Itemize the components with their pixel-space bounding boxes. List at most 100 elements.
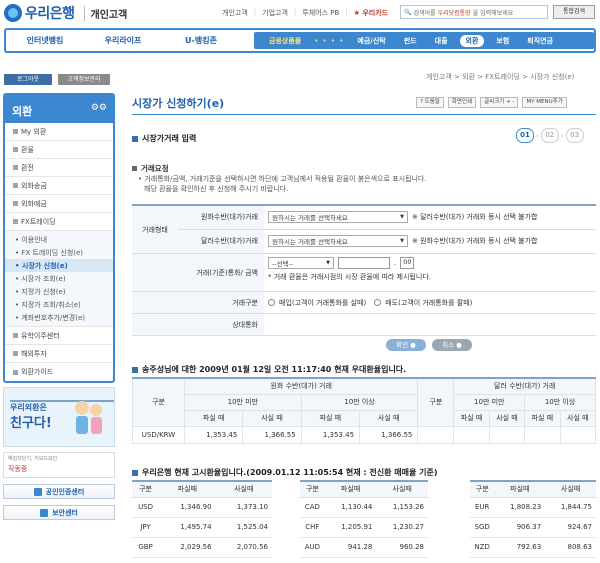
sidebar-item-forex-guide[interactable]: 외환가이드 [5,363,113,381]
usd-trade-label: 달러수반(대가)거래 [178,229,264,253]
step-2: 02 [540,128,559,143]
step-indicator: 01 › 02 › 03 [516,128,584,143]
brand-section[interactable]: 개인고객 [83,5,127,21]
nav-loan[interactable]: 대출 [426,36,457,46]
preferential-rate-table: 구분 원화 수반(대가) 거래 구분 달러 수반(대가) 거래 10만 미만 1… [132,377,597,444]
top-header: 우리은행 개인고객 개인고객 | 기업고객 | 투체어스 PB | ★ 우리카드 🔍 … [0,0,600,27]
sidebar-item-rates[interactable]: 환율 [5,141,113,159]
krw-trade-select[interactable]: 원하시는 거래를 선택하세요 ▼ [268,211,408,224]
search-input[interactable]: 🔍 검색어를 우리닷컴통장 을 입력해보세요 [400,5,548,19]
sidebar-item-remittance[interactable]: 외화송금 [5,177,113,195]
promo-banner[interactable]: 우리외환은 친구다! [3,387,115,447]
nav-woori-life[interactable]: 우리라이프 [84,35,162,46]
cert-center-link[interactable]: 공인인증센터 [3,484,115,499]
lock-icon [40,508,49,517]
nav-fund[interactable]: 펀드 [395,36,426,46]
section-bullet-icon [132,366,138,373]
security-status-label: 작동중 [8,465,28,473]
toplink-card[interactable]: ★ 우리카드 [354,8,388,18]
sidebar-menu-box: 외환 ⚙⚙ My 외환 환율 환전 외화송금 외화예금 FX트레이딩 • 이용안… [3,93,115,383]
notice-rate-table-3: 구분 파실때 사실때 EUR 1,808.23 1,844.75 SGD 906.37 92… [470,480,596,558]
cancel-button[interactable]: 취소 ● [432,339,472,351]
table-row: AUD 941.28 960.28 [300,537,428,558]
print-button[interactable]: 화면인쇄 [447,97,477,108]
confirm-button[interactable]: 확인 ● [386,339,426,351]
sidebar-item-my-forex[interactable]: My 외환 [5,123,113,141]
submenu-limit-apply[interactable]: • 지정가 신청(e) [5,285,113,298]
submenu-account-change[interactable]: • 계좌번호추가/변경(e) [5,311,113,324]
help-button[interactable]: ? 도움말 [416,97,444,108]
sidebar-item-fx-deposit[interactable]: 외화예금 [5,195,113,213]
counter-currency-value [264,314,596,335]
form-actions: 확인 ● 취소 ● [386,339,472,351]
table-row: USD/KRW 1,353.45 1,366.55 1,353.45 1,366… [132,425,597,444]
submenu-market-inquiry[interactable]: • 시장가 조회(e) [5,272,113,285]
submenu-limit-inquiry[interactable]: • 지정가 조회/취소(e) [5,298,113,311]
counter-currency-label: 상대통화 [132,314,264,335]
trade-type-label: 거래형태 [132,206,178,253]
col-gubun-2: 구분 [417,377,455,427]
security-center-link[interactable]: 보안센터 [3,505,115,520]
sidebar-submenu: • 이용안내 • FX 트레이딩 신청(e) • 시장가 신청(e) • 시장가… [5,231,113,327]
chevron-down-icon: ▼ [400,238,404,245]
top-links: 개인고객 | 기업고객 | 투체어스 PB | ★ 우리카드 [222,8,389,18]
banner-line2: 친구다! [10,416,52,431]
toplink-personal[interactable]: 개인고객 [222,8,248,18]
customer-info-button[interactable]: 고객정보관리 [58,74,110,85]
amount-input[interactable] [338,257,390,269]
nav-u-banking[interactable]: U-뱅킹존 [162,35,240,46]
section-bullet-icon [132,135,138,142]
order-form: 거래형태 원화수반(대가)거래 원하시는 거래를 선택하세요 ▼ ※ 달러수반(대… [132,204,596,336]
toplink-pb[interactable]: 투체어스 PB [302,8,339,18]
section-market-order: 시장가거래 입력 [132,133,196,144]
submenu-market-apply[interactable]: • 시장가 신청(e) [5,259,113,272]
sidebar-item-exchange[interactable]: 환전 [5,159,113,177]
toplink-corporate[interactable]: 기업고객 [262,8,288,18]
chevron-down-icon: ▼ [400,214,404,221]
buy-radio[interactable] [268,299,275,306]
currency-select[interactable]: --선택-- ▼ [268,257,334,269]
col-krw-trade: 원화 수반(대가) 거래 [183,377,419,395]
search-icon: 🔍 [404,8,412,16]
subsection-bullet-icon [132,166,137,171]
nav-forex[interactable]: 외환 [459,34,485,47]
breadcrumb: 개인고객 > 외환 > FX트레이딩 > 시장가 신청(e) [426,73,575,81]
nav-pension[interactable]: 퇴직연금 [518,36,562,46]
sell-radio[interactable] [374,299,382,306]
nav-product-mall[interactable]: 금융상품몰 [260,36,310,46]
notice-rate-table-2: 구분 파실때 사실때 CAD 1,130.44 1,153.26 CHF 1,205.91… [300,480,428,558]
sidebar-header: 외환 ⚙⚙ [5,95,113,123]
nav-insurance[interactable]: 보험 [487,36,518,46]
my-menu-button[interactable]: MY MENU추가 [522,97,567,108]
sidebar: 로그아웃 고객정보관리 외환 ⚙⚙ My 외환 환율 환전 외화송금 외화예금 … [0,74,118,520]
sidebar-item-overseas-invest[interactable]: 해외투자 [5,345,113,363]
krw-trade-label: 원화수반(대가)거래 [178,206,264,229]
step-3: 03 [565,128,584,143]
certificate-icon [33,487,42,496]
amount-decimal-input[interactable]: 00 [400,257,415,269]
table-row: USD 1,346.90 1,373.10 [132,497,272,518]
logout-button[interactable]: 로그아웃 [4,74,52,85]
brand-logo[interactable]: 우리은행 개인고객 [4,3,127,23]
krw-trade-note: ※ 달러수반(대가) 거래와 동시 선택 불가합 [412,213,538,222]
sidebar-item-fx-trading[interactable]: FX트레이딩 [5,213,113,231]
nav-deposit[interactable]: 예금/신탁 [348,36,394,46]
submenu-fx-apply[interactable]: • FX 트레이딩 신청(e) [5,246,113,259]
nav-internet-banking[interactable]: 인터넷뱅킹 [6,35,84,46]
section-bullet-icon [132,469,138,476]
sell-option-label: 매도(고객이 거래통화를 팔때) [385,298,473,307]
subsection-request: 거래요청 [132,163,169,174]
nav-dots: • • • • [314,36,345,45]
title-divider [132,114,596,115]
table-row: GBP 2,029.56 2,070.56 [132,537,272,558]
notes: • 거래통화/금액, 거래기준을 선택하시면 하단에 고객님께서 적용될 환율이… [138,175,427,193]
search-button[interactable]: 통합검색 [553,5,595,19]
font-size-button[interactable]: 글씨크기 + - [480,97,519,108]
submenu-guide[interactable]: • 이용안내 [5,233,113,246]
section-preferential-rate: 송주성님에 대한 2009년 01월 12일 오전 11:17:40 현재 우대… [132,364,406,375]
notice-rate-table-1: 구분 파실때 사실때 USD 1,346.90 1,373.10 JPY 1,495.74… [132,480,272,558]
usd-trade-note: ※ 원화수반(대가) 거래와 동시 선택 불가합 [412,237,538,246]
security-status: 해킹차단기, 키보드보안 작동중 [3,452,115,478]
sidebar-item-study-abroad[interactable]: 유학이주센터 [5,327,113,345]
usd-trade-select[interactable]: 원하시는 거래를 선택하세요 ▼ [268,235,408,248]
